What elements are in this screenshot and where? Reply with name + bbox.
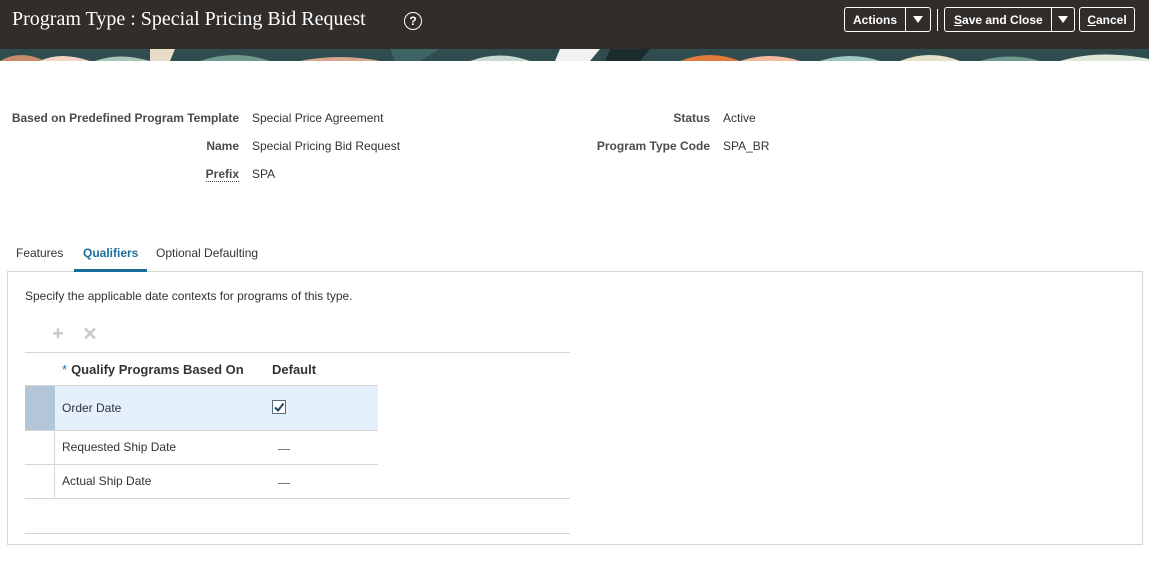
row-selector[interactable] (25, 386, 55, 430)
active-tab-indicator (74, 269, 147, 272)
template-label: Based on Predefined Program Template (11, 111, 239, 125)
table-top-border (25, 352, 570, 353)
name-value: Special Pricing Bid Request (252, 139, 401, 153)
table-footer-border (25, 533, 570, 534)
page-title: Program Type : Special Pricing Bid Reque… (12, 8, 366, 30)
cancel-button[interactable]: Cancel (1079, 7, 1135, 32)
tab-qualifiers[interactable]: Qualifiers (83, 246, 138, 260)
column-header-qualify[interactable]: * Qualify Programs Based On (62, 362, 244, 377)
prefix-label[interactable]: Prefix (205, 167, 239, 182)
column-header-qualify-label: Qualify Programs Based On (71, 362, 244, 377)
required-marker: * (62, 362, 68, 377)
table-row[interactable]: Actual Ship Date (25, 465, 378, 498)
template-value: Special Price Agreement (252, 111, 384, 125)
default-empty-indicator (278, 449, 290, 450)
tab-features[interactable]: Features (16, 246, 63, 260)
cancel-label[interactable]: Cancel (1087, 13, 1126, 27)
prefix-value: SPA (252, 167, 276, 181)
qualifier-name: Requested Ship Date (62, 440, 177, 454)
program-type-code-value: SPA_BR (723, 139, 770, 153)
actions-dropdown-icon[interactable] (906, 16, 930, 23)
checkmark-icon[interactable] (272, 400, 286, 414)
actions-label[interactable]: Actions (845, 13, 905, 27)
decorative-banner (0, 49, 1149, 61)
toolbar-divider (937, 9, 938, 31)
status-value: Active (723, 111, 756, 125)
qualifiers-instruction: Specify the applicable date contexts for… (25, 289, 353, 303)
program-type-code-label: Program Type Code (596, 139, 710, 153)
default-empty-indicator (278, 483, 290, 484)
actions-menu-button[interactable]: Actions (844, 7, 931, 32)
status-label: Status (673, 111, 710, 125)
table-row[interactable]: Requested Ship Date (25, 431, 378, 464)
table-bottom-border (25, 498, 570, 499)
save-and-close-button[interactable]: Save and Close (944, 7, 1075, 32)
delete-icon[interactable]: ✕ (81, 325, 99, 343)
name-label: Name (206, 139, 239, 153)
qualifier-name: Order Date (62, 401, 122, 415)
page-header: Program Type : Special Pricing Bid Reque… (0, 0, 1149, 49)
default-checkbox[interactable] (272, 400, 286, 414)
tab-optional-defaulting[interactable]: Optional Defaulting (156, 246, 258, 260)
save-and-close-label[interactable]: Save and Close (945, 13, 1051, 27)
row-selector[interactable] (25, 431, 55, 464)
help-icon[interactable]: ? (404, 12, 422, 30)
add-icon[interactable]: + (49, 324, 67, 344)
table-row[interactable]: Order Date (25, 386, 378, 430)
save-dropdown-icon[interactable] (1052, 16, 1074, 23)
qualifier-name: Actual Ship Date (62, 474, 152, 488)
column-header-default[interactable]: Default (272, 362, 316, 377)
row-selector[interactable] (25, 465, 55, 498)
